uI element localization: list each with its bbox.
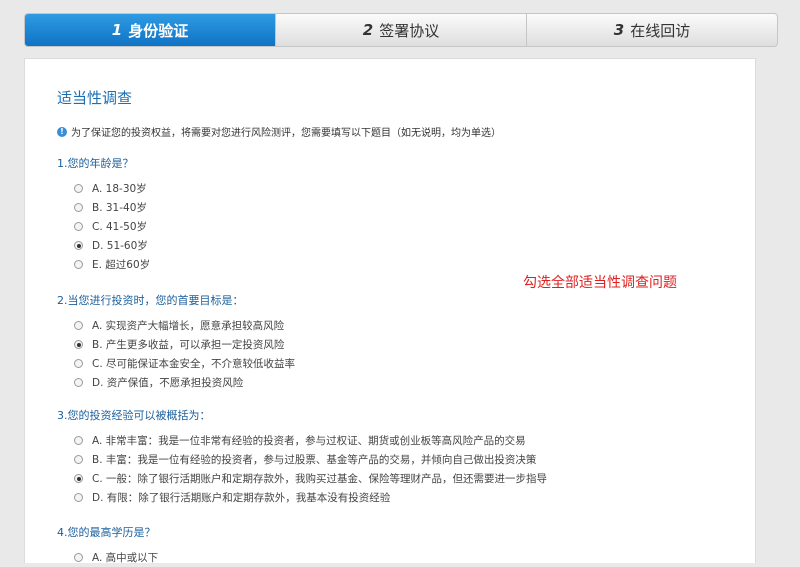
option-label: B. 31-40岁 (92, 202, 147, 214)
step-label: 在线回访 (630, 21, 691, 40)
option-label: D. 51-60岁 (92, 240, 148, 252)
question-3: 3.您的投资经验可以被概括为： A. 非常丰富：我是一位非常有经验的投资者，参与… (57, 407, 547, 507)
step-sign-agreement[interactable]: 2 签署协议 (275, 14, 526, 46)
option-3a[interactable]: A. 非常丰富：我是一位非常有经验的投资者，参与过权证、期货或创业板等高风险产品… (57, 431, 547, 450)
option-3d[interactable]: D. 有限：除了银行活期账户和定期存款外，我基本没有投资经验 (57, 488, 547, 507)
page-title: 适当性调查 (57, 89, 133, 107)
notice-text-row: ! 为了保证您的投资权益，将需要对您进行风险测评，您需要填写以下题目（如无说明，… (57, 124, 501, 139)
step-number: 2 (362, 21, 374, 39)
radio-button[interactable] (74, 184, 83, 193)
question-2: 2.当您进行投资时，您的首要目标是： A. 实现资产大幅增长，愿意承担较高风险 … (57, 292, 295, 392)
question-text: 2.当您进行投资时，您的首要目标是： (57, 294, 244, 307)
option-label: A. 非常丰富：我是一位非常有经验的投资者，参与过权证、期货或创业板等高风险产品… (92, 435, 526, 447)
radio-button[interactable] (74, 493, 83, 502)
question-text: 1.您的年龄是？ (57, 157, 134, 170)
step-number: 3 (613, 21, 625, 39)
option-label: C. 41-50岁 (92, 221, 148, 233)
radio-button[interactable] (74, 455, 83, 464)
option-1b[interactable]: B. 31-40岁 (57, 198, 150, 217)
option-label: D. 有限：除了银行活期账户和定期存款外，我基本没有投资经验 (92, 492, 391, 504)
option-2d[interactable]: D. 资产保值，不愿承担投资风险 (57, 373, 295, 392)
question-text: 3.您的投资经验可以被概括为： (57, 409, 211, 422)
option-4a[interactable]: A. 高中或以下 (57, 548, 158, 567)
option-label: A. 高中或以下 (92, 552, 159, 564)
option-1c[interactable]: C. 41-50岁 (57, 217, 150, 236)
question-4: 4.您的最高学历是？ A. 高中或以下 (57, 524, 158, 567)
radio-button[interactable] (74, 222, 83, 231)
question-text: 4.您的最高学历是？ (57, 526, 156, 539)
option-2a[interactable]: A. 实现资产大幅增长，愿意承担较高风险 (57, 316, 295, 335)
option-1a[interactable]: A. 18-30岁 (57, 179, 150, 198)
step-number: 1 (111, 21, 123, 39)
radio-button[interactable] (74, 260, 83, 269)
radio-button[interactable] (74, 321, 83, 330)
option-label: D. 资产保值，不愿承担投资风险 (92, 377, 244, 389)
info-icon: ! (57, 126, 67, 137)
option-label: C. 一般：除了银行活期账户和定期存款外，我购买过基金、保险等理财产品，但还需要… (92, 473, 548, 485)
radio-button[interactable] (74, 553, 83, 562)
radio-button[interactable] (74, 378, 83, 387)
option-label: E. 超过60岁 (92, 259, 151, 271)
notice-text: 为了保证您的投资权益，将需要对您进行风险测评，您需要填写以下题目（如无说明，均为… (71, 128, 501, 139)
radio-button[interactable] (74, 241, 83, 250)
step-label: 签署协议 (379, 21, 440, 40)
step-identity-verification[interactable]: 1 身份验证 (25, 14, 275, 46)
option-3b[interactable]: B. 丰富：我是一位有经验的投资者，参与过股票、基金等产品的交易，并倾向自己做出… (57, 450, 547, 469)
option-2b[interactable]: B. 产生更多收益，可以承担一定投资风险 (57, 335, 295, 354)
question-1: 1.您的年龄是？ A. 18-30岁 B. 31-40岁 C. 41-50岁 D… (57, 155, 150, 274)
option-label: C. 尽可能保证本金安全，不介意较低收益率 (92, 358, 296, 370)
step-label: 身份验证 (128, 21, 189, 40)
survey-panel: 适当性调查 ! 为了保证您的投资权益，将需要对您进行风险测评，您需要填写以下题目… (24, 58, 756, 564)
option-label: B. 丰富：我是一位有经验的投资者，参与过股票、基金等产品的交易，并倾向自己做出… (92, 454, 537, 466)
radio-button[interactable] (74, 203, 83, 212)
option-label: A. 18-30岁 (92, 183, 147, 195)
option-label: A. 实现资产大幅增长，愿意承担较高风险 (92, 320, 285, 332)
radio-button[interactable] (74, 436, 83, 445)
radio-button[interactable] (74, 474, 83, 483)
option-label: B. 产生更多收益，可以承担一定投资风险 (92, 339, 285, 351)
radio-button[interactable] (74, 340, 83, 349)
step-progress-bar: 1 身份验证 2 签署协议 3 在线回访 (24, 13, 778, 47)
option-2c[interactable]: C. 尽可能保证本金安全，不介意较低收益率 (57, 354, 295, 373)
step-online-callback[interactable]: 3 在线回访 (526, 14, 777, 46)
radio-button[interactable] (74, 359, 83, 368)
annotation-note: 勾选全部适当性调查问题 (523, 275, 677, 291)
option-1e[interactable]: E. 超过60岁 (57, 255, 150, 274)
option-3c[interactable]: C. 一般：除了银行活期账户和定期存款外，我购买过基金、保险等理财产品，但还需要… (57, 469, 547, 488)
option-1d[interactable]: D. 51-60岁 (57, 236, 150, 255)
